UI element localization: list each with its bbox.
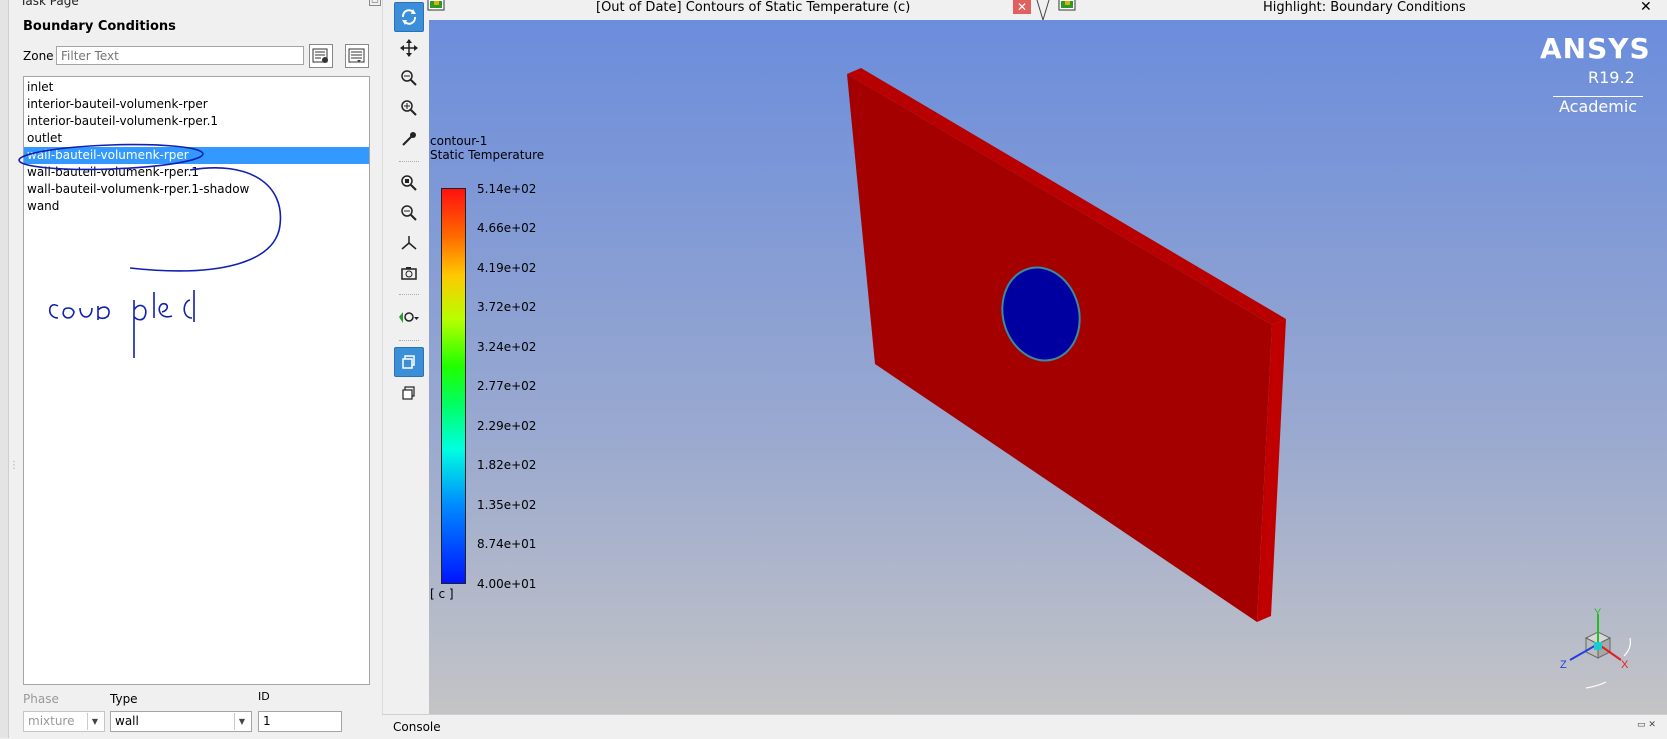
graphics-viewport[interactable]: [429, 20, 1667, 714]
legend-variable: Static Temperature: [430, 148, 545, 162]
ansys-edition: Academic: [1553, 96, 1644, 116]
legend-tick: 4.00e+01: [477, 577, 537, 591]
id-label: ID: [258, 690, 270, 703]
ansys-version: R19.2: [1588, 68, 1635, 87]
handwritten-annotation: [18, 143, 282, 358]
pan-icon: [400, 39, 418, 57]
toolbar-separator: [399, 294, 419, 295]
screenshot-button[interactable]: [394, 258, 424, 288]
legend-tick: 2.29e+02: [477, 419, 537, 433]
legend-unit: [ c ]: [430, 587, 454, 601]
zoom-to-area-button[interactable]: [394, 93, 424, 123]
console-label: Console: [393, 720, 441, 734]
legend-contour-name: contour-1: [430, 134, 488, 148]
zoom-icon: [401, 70, 417, 86]
legend-tick: 4.66e+02: [477, 221, 537, 235]
windows-icon: [402, 386, 415, 400]
single-view-button[interactable]: [394, 347, 424, 377]
fit-to-window-button[interactable]: [394, 168, 424, 198]
legend-tick: 1.82e+02: [477, 458, 537, 472]
legend-tick: 3.72e+02: [477, 300, 537, 314]
multi-view-button[interactable]: [394, 378, 424, 408]
legend-tick: 2.77e+02: [477, 379, 537, 393]
tab-divider: [1036, 0, 1050, 20]
axis-x-label: X: [1621, 659, 1629, 671]
legend-tick: 8.74e+01: [477, 537, 537, 551]
contour-tab-icon: [427, 0, 445, 11]
legend-tick: 1.35e+02: [477, 498, 537, 512]
toolbar-separator: [399, 340, 419, 341]
id-input[interactable]: 1: [258, 711, 342, 732]
zoom-out-button[interactable]: [394, 198, 424, 228]
zoom-in-icon: [401, 100, 417, 116]
axis-y-label: Y: [1594, 608, 1602, 619]
probe-icon: [402, 132, 416, 146]
console-window-icons[interactable]: ▭ ✕: [1637, 720, 1656, 730]
rotate-button[interactable]: [394, 2, 424, 32]
window-icon: [402, 355, 415, 369]
axis-triad-icon: Y X Z: [1560, 608, 1631, 689]
tab-contours-title[interactable]: [Out of Date] Contours of Static Tempera…: [596, 0, 910, 15]
console-bar[interactable]: [382, 714, 1667, 739]
toolbar-separator: [399, 161, 419, 162]
close-tab-button[interactable]: ✕: [1640, 0, 1652, 15]
type-select[interactable]: wall ▼: [110, 711, 252, 732]
ansys-logo-name: ANSYS: [1540, 32, 1651, 65]
phase-select[interactable]: mixture ▼: [23, 711, 105, 732]
type-value: wall: [115, 714, 139, 728]
zoom-out-icon: [401, 205, 417, 221]
colormap-bar: [441, 188, 466, 584]
tab-highlight-title[interactable]: Highlight: Boundary Conditions: [1263, 0, 1466, 15]
view-options-button[interactable]: [394, 303, 424, 333]
plate-model: [847, 68, 1286, 622]
axes-view-icon: [401, 236, 417, 250]
view-dropdown-icon: [399, 312, 419, 323]
chevron-down-icon: ▼: [87, 713, 102, 730]
legend-tick: 4.19e+02: [477, 261, 537, 275]
type-label: Type: [110, 692, 138, 706]
legend-tick: 3.24e+02: [477, 340, 537, 354]
phase-label: Phase: [23, 692, 59, 706]
close-tab-button[interactable]: ✕: [1013, 0, 1031, 14]
legend-tick: 5.14e+02: [477, 182, 537, 196]
axis-z-label: Z: [1560, 659, 1567, 671]
coupled-handwriting: [48, 290, 195, 358]
rotate-icon: [401, 9, 417, 25]
probe-button[interactable]: [394, 124, 424, 154]
zoom-in-out-button[interactable]: [394, 63, 424, 93]
fit-zoom-icon: [401, 175, 417, 191]
highlight-tab-icon: [1058, 0, 1076, 11]
isometric-view-button[interactable]: [394, 228, 424, 258]
phase-value: mixture: [28, 714, 75, 728]
panel-resize-grip[interactable]: ⋮: [9, 460, 19, 471]
chevron-down-icon: ▼: [234, 713, 249, 730]
camera-icon: [401, 267, 417, 280]
pan-button[interactable]: [394, 33, 424, 63]
